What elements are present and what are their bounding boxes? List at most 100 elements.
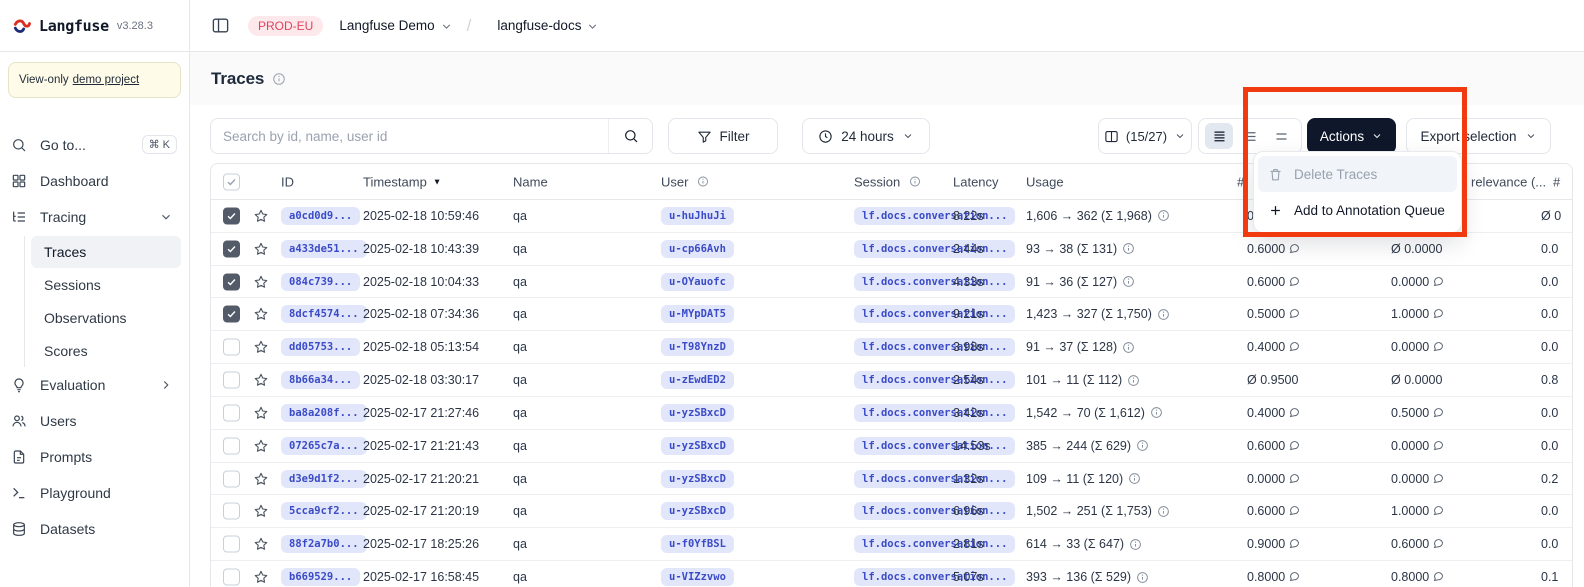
bookmark-star-icon[interactable] — [253, 503, 269, 519]
col-header-name[interactable]: Name — [513, 174, 548, 189]
table-row[interactable]: 88f2a7b0...2025-02-17 18:25:26qau-f0YfBS… — [211, 528, 1572, 561]
trace-id-badge[interactable]: a433de51... — [281, 240, 367, 258]
session-id-badge[interactable]: lf.docs.conversation... — [854, 273, 1015, 291]
comment-icon[interactable] — [1432, 406, 1444, 418]
session-id-badge[interactable]: lf.docs.conversation... — [854, 502, 1015, 520]
comment-icon[interactable] — [1288, 340, 1300, 352]
trace-id-badge[interactable]: 5cca9cf2... — [281, 502, 367, 520]
col-header-user[interactable]: User — [661, 174, 709, 189]
comment-icon[interactable] — [1288, 472, 1300, 484]
row-select-checkbox[interactable] — [223, 437, 240, 454]
bookmark-star-icon[interactable] — [253, 274, 269, 290]
sidebar-item-dashboard[interactable]: Dashboard — [8, 164, 181, 197]
org-switcher[interactable]: Langfuse Demo — [339, 18, 452, 33]
row-select-checkbox[interactable] — [223, 569, 240, 586]
comment-icon[interactable] — [1432, 537, 1444, 549]
user-id-badge[interactable]: u-zEwdED2 — [661, 371, 734, 389]
user-id-badge[interactable]: u-VIZzvwo — [661, 568, 734, 586]
trace-id-badge[interactable]: dd05753... — [281, 338, 360, 356]
comment-icon[interactable] — [1432, 307, 1444, 319]
menu-item-add-to-annotation-queue[interactable]: Add to Annotation Queue — [1258, 192, 1457, 228]
row-select-checkbox[interactable] — [223, 470, 240, 487]
sidebar-item-observations[interactable]: Observations — [31, 302, 181, 334]
session-id-badge[interactable]: lf.docs.conversation... — [854, 240, 1015, 258]
bookmark-star-icon[interactable] — [253, 306, 269, 322]
session-id-badge[interactable]: lf.docs.conversation... — [854, 207, 1015, 225]
col-header-timestamp[interactable]: Timestamp▼ — [363, 174, 441, 189]
comment-icon[interactable] — [1432, 570, 1444, 582]
table-row[interactable]: ba8a208f...2025-02-17 21:27:46qau-yzSBxc… — [211, 397, 1572, 430]
row-select-checkbox[interactable] — [223, 240, 240, 257]
session-id-badge[interactable]: lf.docs.conversation... — [854, 535, 1015, 553]
bookmark-star-icon[interactable] — [253, 372, 269, 388]
sidebar-item-sessions[interactable]: Sessions — [31, 269, 181, 301]
actions-button[interactable]: Actions — [1307, 118, 1396, 154]
table-row[interactable]: 5cca9cf2...2025-02-17 21:20:19qau-yzSBxc… — [211, 495, 1572, 528]
sidebar-item-datasets[interactable]: Datasets — [8, 512, 181, 545]
project-switcher[interactable]: langfuse-docs — [497, 18, 599, 33]
table-row[interactable]: 8dcf4574...2025-02-18 07:34:36qau-MYpDAT… — [211, 298, 1572, 331]
info-icon[interactable] — [1136, 571, 1149, 584]
user-id-badge[interactable]: u-OYauofc — [661, 273, 734, 291]
col-header-id[interactable]: ID — [281, 174, 294, 189]
user-id-badge[interactable]: u-yzSBxcD — [661, 437, 734, 455]
comment-icon[interactable] — [1288, 439, 1300, 451]
row-select-checkbox[interactable] — [223, 306, 240, 323]
user-id-badge[interactable]: u-T98YnzD — [661, 338, 734, 356]
sidebar-item-playground[interactable]: Playground — [8, 476, 181, 509]
trace-id-badge[interactable]: 8b66a34... — [281, 371, 360, 389]
col-header-score-fragment[interactable]: # — [1237, 174, 1244, 189]
comment-icon[interactable] — [1288, 307, 1300, 319]
table-row[interactable]: b669529...2025-02-17 16:58:45qau-VIZzvwo… — [211, 561, 1572, 587]
session-id-badge[interactable]: lf.docs.conversation... — [854, 338, 1015, 356]
sidebar-toggle-icon[interactable] — [211, 16, 230, 35]
info-icon[interactable] — [1127, 374, 1140, 387]
trace-id-badge[interactable]: a0cd0d9... — [281, 207, 360, 225]
table-row[interactable]: 8b66a34...2025-02-18 03:30:17qau-zEwdED2… — [211, 364, 1572, 397]
info-icon[interactable] — [1122, 275, 1135, 288]
sidebar-item-users[interactable]: Users — [8, 404, 181, 437]
row-height-tall-button[interactable] — [1267, 123, 1295, 149]
row-select-checkbox[interactable] — [223, 273, 240, 290]
info-icon[interactable] — [1128, 472, 1141, 485]
info-icon[interactable] — [1136, 439, 1149, 452]
trace-id-badge[interactable]: 07265c7a... — [281, 437, 367, 455]
comment-icon[interactable] — [1288, 275, 1300, 287]
col-header-fragment-right[interactable]: # — [1553, 174, 1560, 189]
row-height-medium-button[interactable] — [1236, 123, 1264, 149]
row-height-compact-button[interactable] — [1205, 123, 1233, 149]
demo-project-link[interactable]: demo project — [73, 74, 139, 86]
user-id-badge[interactable]: u-yzSBxcD — [661, 404, 734, 422]
sidebar-item-prompts[interactable]: Prompts — [8, 440, 181, 473]
comment-icon[interactable] — [1288, 537, 1300, 549]
comment-icon[interactable] — [1288, 242, 1300, 254]
user-id-badge[interactable]: u-MYpDAT5 — [661, 305, 734, 323]
info-icon[interactable] — [1129, 538, 1142, 551]
comment-icon[interactable] — [1288, 504, 1300, 516]
sidebar-item-traces[interactable]: Traces — [31, 236, 181, 268]
info-icon[interactable] — [1122, 341, 1135, 354]
info-icon[interactable] — [1122, 242, 1135, 255]
bookmark-star-icon[interactable] — [253, 471, 269, 487]
bookmark-star-icon[interactable] — [253, 536, 269, 552]
user-id-badge[interactable]: u-yzSBxcD — [661, 470, 734, 488]
bookmark-star-icon[interactable] — [253, 339, 269, 355]
menu-item-delete-traces[interactable]: Delete Traces — [1258, 156, 1457, 192]
col-header-session[interactable]: Session — [854, 174, 921, 189]
row-select-checkbox[interactable] — [223, 207, 240, 224]
search-submit-button[interactable] — [608, 119, 652, 153]
filter-button[interactable]: Filter — [668, 118, 778, 154]
sidebar-item-tracing[interactable]: Tracing — [8, 200, 181, 233]
table-row[interactable]: 084c739...2025-02-18 10:04:33qau-OYauofc… — [211, 266, 1572, 299]
session-id-badge[interactable]: lf.docs.conversation... — [854, 470, 1015, 488]
table-row[interactable]: dd05753...2025-02-18 05:13:54qau-T98YnzD… — [211, 331, 1572, 364]
col-header-relevance[interactable]: relevance (... — [1471, 174, 1546, 189]
col-header-usage[interactable]: Usage — [1026, 174, 1064, 189]
comment-icon[interactable] — [1432, 275, 1444, 287]
user-id-badge[interactable]: u-cp66Avh — [661, 240, 734, 258]
select-all-checkbox[interactable] — [223, 173, 240, 190]
bookmark-star-icon[interactable] — [253, 208, 269, 224]
comment-icon[interactable] — [1432, 504, 1444, 516]
comment-icon[interactable] — [1432, 340, 1444, 352]
sidebar-item-evaluation[interactable]: Evaluation — [8, 368, 181, 401]
